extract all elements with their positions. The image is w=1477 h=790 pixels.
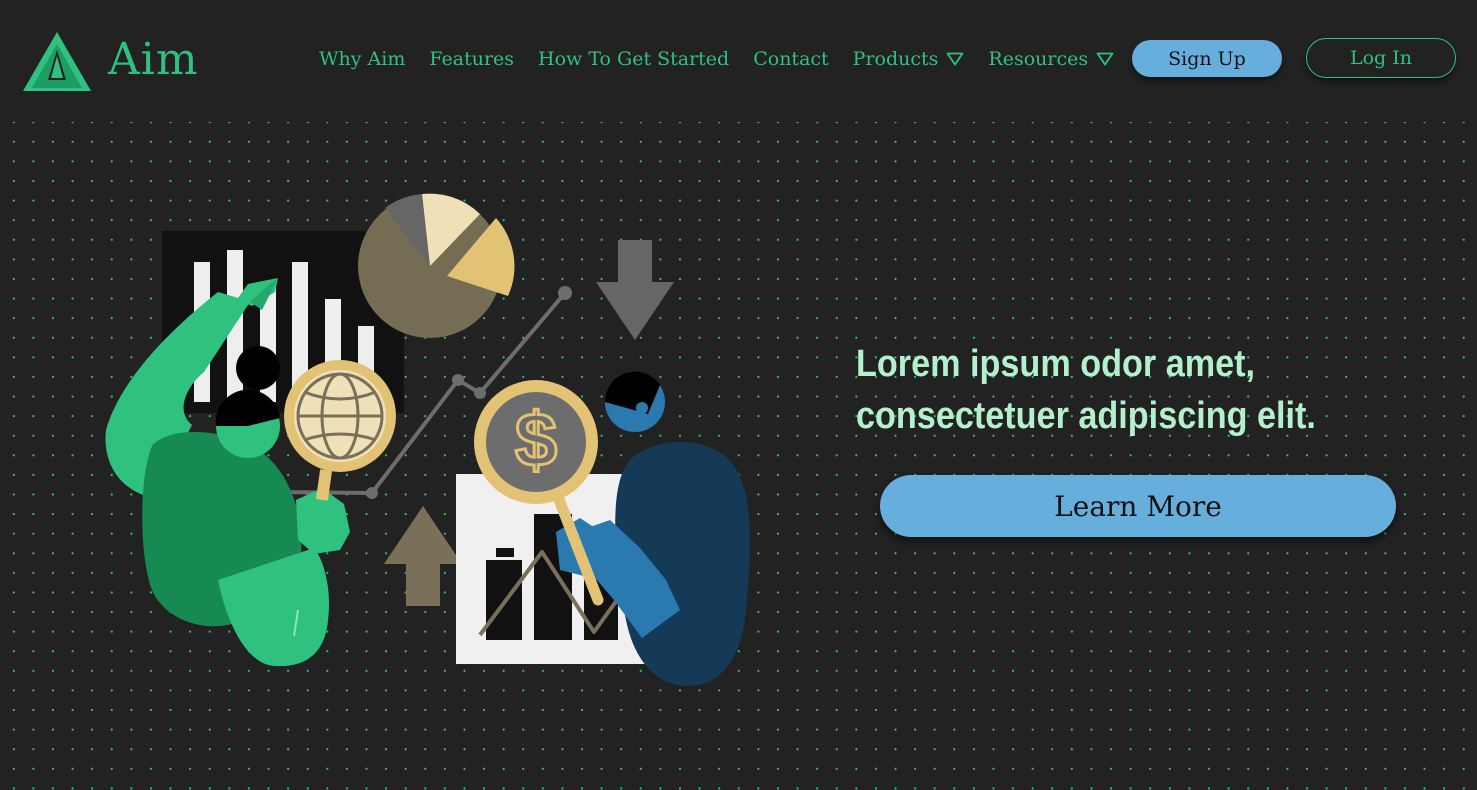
triangle-down-icon xyxy=(947,52,964,66)
nav-contact[interactable]: Contact xyxy=(753,48,828,70)
nav-how-to-get-started-label: How To Get Started xyxy=(538,48,730,70)
nav-contact-label: Contact xyxy=(753,48,829,70)
brand-name: Aim xyxy=(108,33,199,85)
two-people-analyzing-finance-charts-illustration: $ xyxy=(105,193,750,686)
nav-features[interactable]: Features xyxy=(429,48,514,70)
nav-why-aim[interactable]: Why Aim xyxy=(319,48,405,70)
sign-up-button[interactable]: Sign Up xyxy=(1132,40,1282,77)
up-arrow-illustration xyxy=(384,506,462,606)
nav-features-label: Features xyxy=(429,48,515,70)
page: Aim Why Aim Features How To Get Started … xyxy=(0,0,1477,790)
triangle-logo-icon xyxy=(23,32,91,91)
pie-chart-illustration xyxy=(358,193,515,338)
learn-more-button[interactable]: Learn More xyxy=(880,475,1396,537)
nav-products-dropdown[interactable]: Products xyxy=(853,48,965,70)
hero-title-line-2: consectetuer adipiscing elit. xyxy=(856,395,1316,437)
svg-text:$: $ xyxy=(515,398,557,483)
main-nav: Why Aim Features How To Get Started Cont… xyxy=(319,44,1138,74)
header: Aim Why Aim Features How To Get Started … xyxy=(0,0,1477,122)
nav-resources-dropdown[interactable]: Resources xyxy=(988,48,1114,70)
hero-title: Lorem ipsum odor amet, consectetuer adip… xyxy=(856,338,1342,442)
triangle-down-icon xyxy=(1096,52,1114,66)
logo[interactable]: Aim xyxy=(22,30,199,92)
nav-resources-label: Resources xyxy=(988,48,1089,70)
hero-title-line-1: Lorem ipsum odor amet, xyxy=(856,343,1256,385)
nav-products-label: Products xyxy=(852,48,939,70)
nav-why-aim-label: Why Aim xyxy=(319,48,406,70)
down-arrow-illustration xyxy=(596,240,674,340)
log-in-button[interactable]: Log In xyxy=(1306,38,1456,78)
nav-how-to-get-started[interactable]: How To Get Started xyxy=(538,48,729,70)
